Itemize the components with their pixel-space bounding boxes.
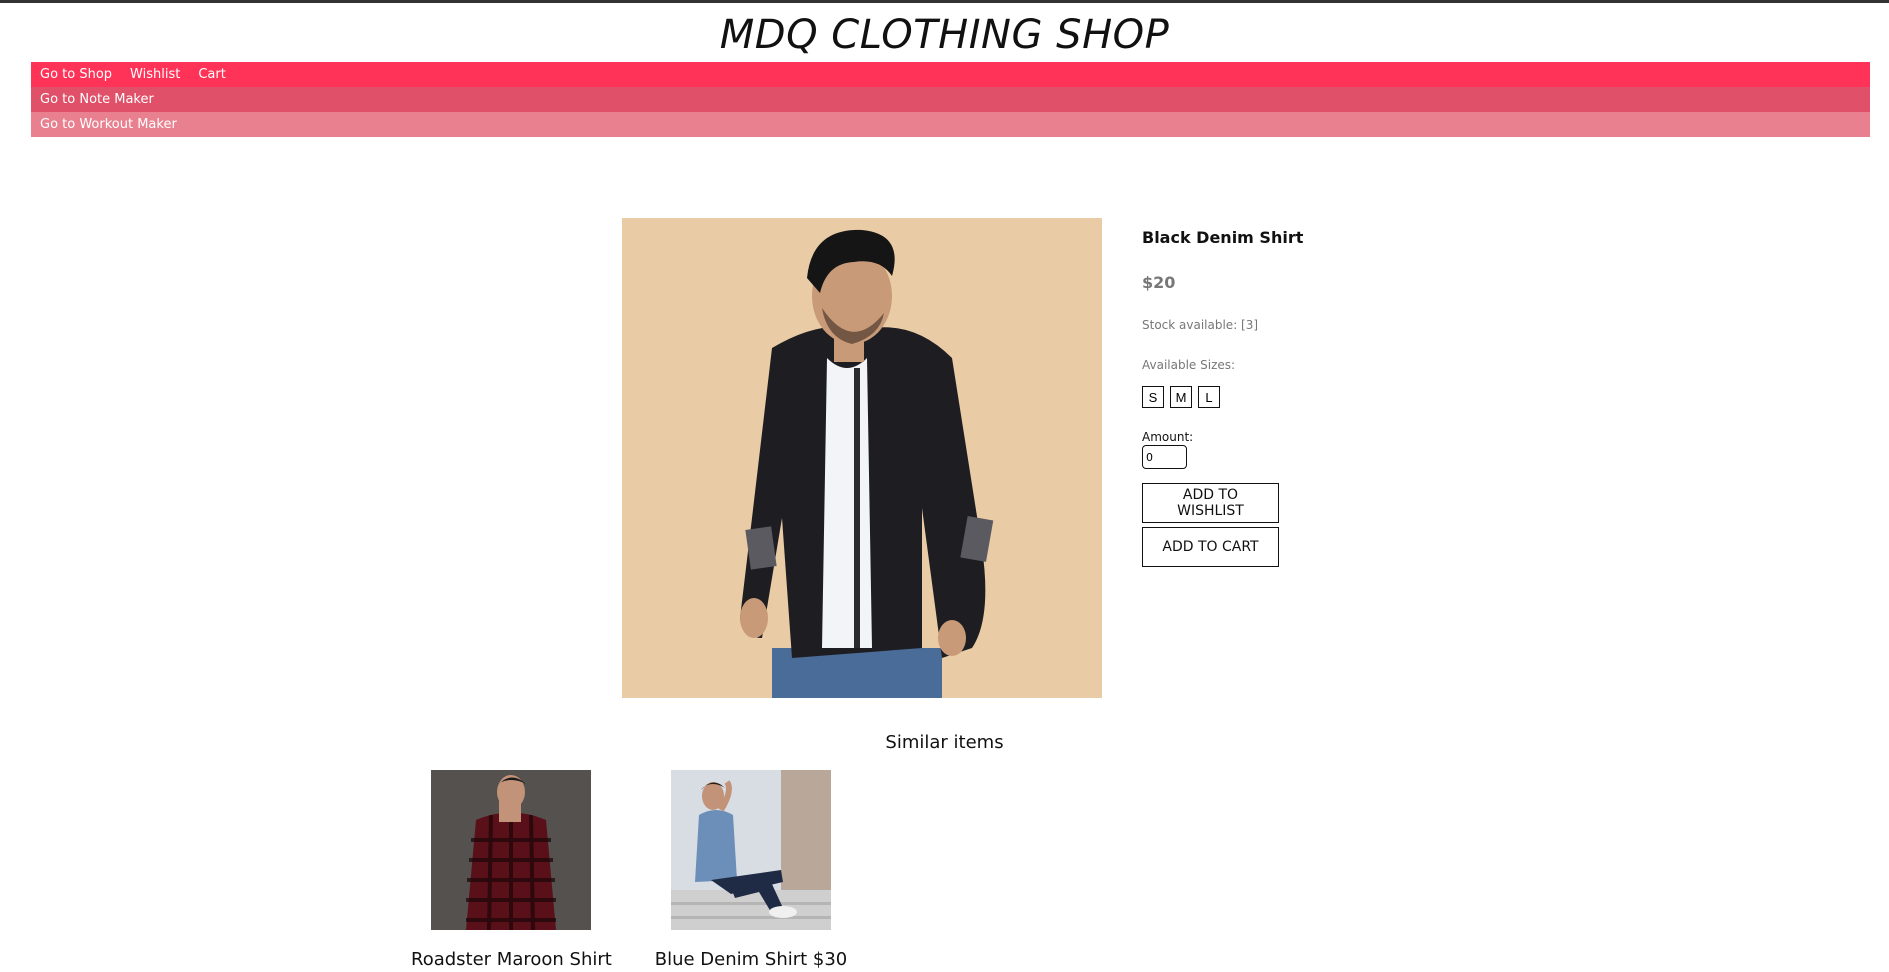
- product-price: $20: [1142, 273, 1176, 292]
- main-nav: Go to Shop Wishlist Cart Go to Note Make…: [31, 62, 1870, 137]
- nav-row-note-maker: Go to Note Maker: [31, 87, 1870, 112]
- site-title: MDQ CLOTHING SHOP: [719, 12, 1170, 58]
- nav-row-shop: Go to Shop Wishlist Cart: [31, 62, 1870, 87]
- nav-row-workout-maker: Go to Workout Maker: [31, 112, 1870, 137]
- nav-link-shop[interactable]: Go to Shop: [40, 67, 112, 82]
- nav-link-workout-maker[interactable]: Go to Workout Maker: [40, 117, 177, 132]
- nav-link-wishlist[interactable]: Wishlist: [130, 67, 180, 82]
- similar-items-title: Similar items: [885, 732, 1004, 753]
- add-to-wishlist-button[interactable]: ADD TO WISHLIST: [1142, 483, 1279, 523]
- similar-item-image[interactable]: [431, 770, 591, 930]
- amount-label: Amount:: [1142, 430, 1194, 444]
- sizes-label: Available Sizes:: [1142, 358, 1236, 372]
- product-stock: Stock available: [3]: [1142, 318, 1259, 332]
- nav-link-cart[interactable]: Cart: [198, 67, 226, 82]
- similar-item[interactable]: Blue Denim Shirt $30: [651, 770, 851, 970]
- top-border: [0, 0, 1889, 3]
- product-details: Black Denim Shirt $20 Stock available: […: [1142, 228, 1442, 567]
- size-l-button[interactable]: L: [1198, 386, 1220, 408]
- similar-item-label[interactable]: Blue Denim Shirt $30: [651, 949, 851, 970]
- size-options: S M L: [1142, 386, 1442, 408]
- similar-item[interactable]: Roadster Maroon Shirt: [411, 770, 612, 970]
- size-m-button[interactable]: M: [1170, 386, 1192, 408]
- amount-input[interactable]: [1142, 445, 1187, 469]
- size-s-button[interactable]: S: [1142, 386, 1164, 408]
- similar-item-label[interactable]: Roadster Maroon Shirt: [411, 949, 612, 970]
- nav-link-note-maker[interactable]: Go to Note Maker: [40, 92, 154, 107]
- add-to-cart-button[interactable]: ADD TO CART: [1142, 527, 1279, 567]
- product-image: [622, 218, 1102, 698]
- product-name: Black Denim Shirt: [1142, 228, 1304, 247]
- similar-item-image[interactable]: [671, 770, 831, 930]
